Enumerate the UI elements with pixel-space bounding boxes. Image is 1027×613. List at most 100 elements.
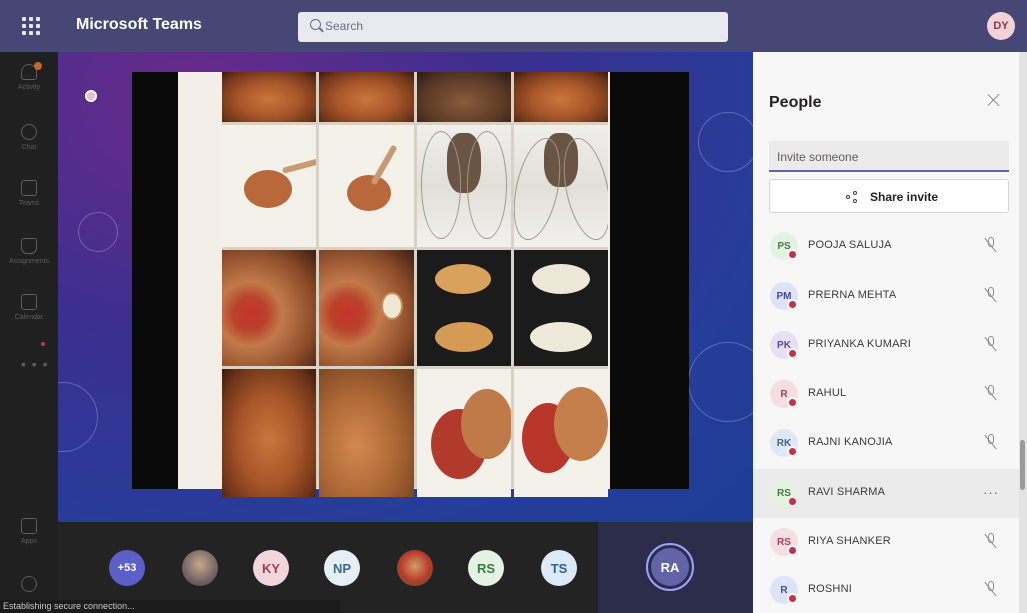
active-speaker-avatar[interactable]: RA — [646, 543, 694, 591]
panel-scrollbar[interactable] — [1019, 52, 1027, 613]
more-options-icon[interactable]: ··· — [983, 485, 999, 500]
close-icon[interactable] — [987, 93, 1001, 107]
search-input[interactable]: Search — [298, 12, 728, 42]
fly-photo — [416, 369, 511, 497]
fly-photo — [319, 250, 414, 366]
decorative-ring — [688, 342, 753, 422]
rail-item-assignments[interactable]: Assignments — [0, 232, 58, 282]
participant-row[interactable]: R RAHUL — [753, 370, 1019, 419]
fly-photo — [319, 369, 414, 497]
participant-row[interactable]: R ROSHNI — [753, 566, 1019, 613]
fly-photo — [513, 72, 608, 122]
mic-off-icon — [984, 287, 998, 303]
status-dot — [787, 249, 798, 260]
fly-photo — [222, 125, 317, 247]
more-participants-button[interactable]: +53 — [109, 550, 145, 586]
participant-avatar[interactable]: KY — [253, 550, 289, 586]
participant-avatar[interactable]: TS — [541, 550, 577, 586]
share-invite-label: Share invite — [870, 190, 939, 204]
participant-name: RIYA SHANKER — [808, 535, 891, 547]
apps-icon — [21, 518, 37, 534]
mic-off-icon — [984, 336, 998, 352]
status-dot — [787, 446, 798, 457]
notification-badge — [34, 62, 42, 70]
rail-item-chat[interactable]: Chat — [0, 118, 58, 168]
fly-photo — [222, 369, 317, 497]
mic-off-icon — [984, 533, 998, 549]
share-icon — [846, 191, 858, 203]
status-bar: Establishing secure connection... — [0, 600, 340, 613]
rail-label-activity: Activity — [17, 84, 41, 91]
calendar-icon — [21, 294, 37, 310]
status-dot — [787, 593, 798, 604]
more-apps-icon[interactable]: • • • — [21, 356, 48, 372]
rail-label-teams: Teams — [18, 200, 40, 207]
invite-input[interactable]: Invite someone — [769, 141, 1009, 172]
rail-item-activity[interactable]: Activity — [0, 58, 58, 108]
title-bar: Microsoft Teams Search DY — [0, 0, 1027, 52]
fly-photo — [513, 250, 608, 366]
fly-photo — [222, 72, 317, 122]
assignments-icon — [21, 238, 37, 254]
fly-photo — [222, 250, 317, 366]
participant-name: RAHUL — [808, 387, 847, 399]
rail-item-apps[interactable]: Apps — [0, 512, 58, 562]
search-placeholder: Search — [325, 19, 364, 33]
app-launcher-icon[interactable] — [22, 17, 40, 35]
participant-photo[interactable] — [397, 550, 433, 586]
status-dot — [787, 545, 798, 556]
app-title: Microsoft Teams — [76, 16, 202, 33]
participant-name: POOJA SALUJA — [808, 239, 892, 251]
rail-label-chat: Chat — [21, 144, 37, 151]
participant-avatar[interactable]: RS — [468, 550, 504, 586]
fly-photo — [416, 72, 511, 122]
help-icon — [21, 576, 37, 592]
rail-label-calendar: Calendar — [14, 314, 44, 321]
participant-name: PRERNA MEHTA — [808, 289, 897, 301]
rail-label-assignments: Assignments — [8, 258, 50, 265]
rail-label-apps: Apps — [21, 538, 37, 545]
participant-row[interactable]: PK PRIYANKA KUMARI — [753, 321, 1019, 370]
decorative-ring — [78, 212, 118, 252]
drosophila-photo-grid — [222, 72, 608, 497]
status-dot — [787, 348, 798, 359]
scrollbar-thumb[interactable] — [1020, 440, 1025, 490]
left-rail: Activity Chat Teams Assignments Calendar… — [0, 52, 58, 613]
mic-off-icon — [984, 581, 998, 597]
fly-photo — [416, 250, 511, 366]
share-invite-button[interactable]: Share invite — [769, 179, 1009, 213]
rail-item-teams[interactable]: Teams — [0, 174, 58, 224]
participant-row[interactable]: PM PRERNA MEHTA — [753, 272, 1019, 321]
recording-indicator — [85, 90, 97, 102]
invite-placeholder: Invite someone — [777, 150, 859, 164]
status-dot — [787, 397, 798, 408]
rail-alert-dot — [41, 342, 45, 346]
participant-name: PRIYANKA KUMARI — [808, 338, 912, 350]
participant-row[interactable]: PS POOJA SALUJA — [753, 222, 1019, 271]
decorative-ring — [58, 382, 98, 452]
participant-row[interactable]: RK RAJNI KANOJIA — [753, 419, 1019, 468]
fly-photo — [416, 125, 511, 247]
participant-photo[interactable] — [182, 550, 218, 586]
fly-photo — [319, 72, 414, 122]
panel-title: People — [769, 94, 822, 111]
participant-name: RAVI SHARMA — [808, 486, 886, 498]
fly-photo — [513, 125, 608, 247]
participant-row[interactable]: RS RAVI SHARMA ··· — [753, 469, 1019, 518]
participant-row[interactable]: RS RIYA SHANKER — [753, 518, 1019, 567]
participant-name: ROSHNI — [808, 583, 852, 595]
mic-off-icon — [984, 434, 998, 450]
search-icon — [310, 19, 321, 30]
teams-window: Microsoft Teams Search DY Activity Chat … — [0, 0, 1027, 613]
status-dot — [787, 496, 798, 507]
fly-photo — [513, 369, 608, 497]
participant-avatar[interactable]: NP — [324, 550, 360, 586]
user-avatar[interactable]: DY — [987, 12, 1015, 40]
rail-item-calendar[interactable]: Calendar — [0, 288, 58, 338]
teams-icon — [21, 180, 37, 196]
mic-off-icon — [984, 237, 998, 253]
active-speaker-initials: RA — [651, 548, 689, 586]
decorative-ring — [698, 112, 753, 172]
chat-icon — [21, 124, 37, 140]
participant-name: RAJNI KANOJIA — [808, 436, 893, 448]
